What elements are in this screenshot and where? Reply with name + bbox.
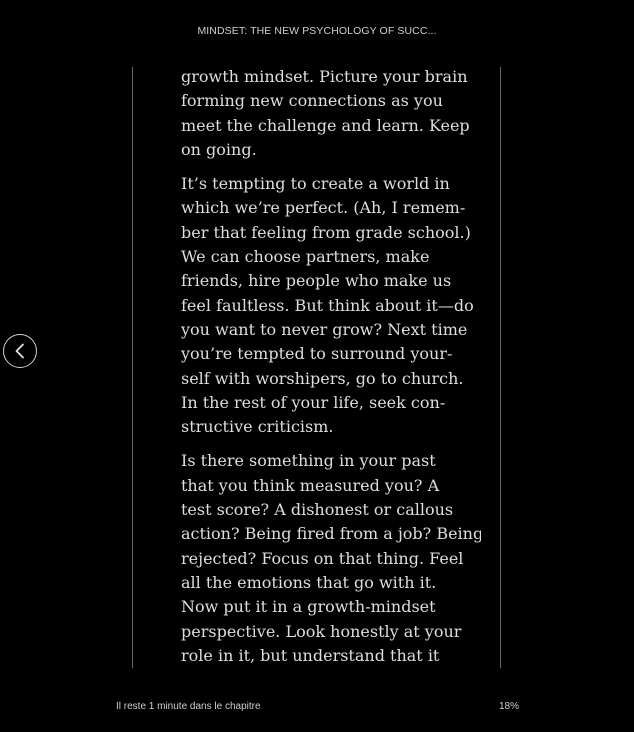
- chevron-left-icon: [13, 343, 27, 359]
- text-line: Is there something in your past: [181, 451, 436, 471]
- text-line: all the emotions that go with it.: [181, 572, 437, 592]
- text-line: rejected? Focus on that thing. Feel: [181, 548, 464, 568]
- text-line: you want to never grow? Next time: [181, 319, 468, 339]
- text-line: forming new connections as you: [181, 91, 443, 111]
- text-line: perspective. Look honestly at your: [181, 621, 462, 641]
- text-line: action? Being fired from a job? Being: [181, 524, 481, 544]
- page-left-rule: [132, 67, 133, 668]
- bullet-item: • Is there something in your past that y…: [181, 449, 481, 668]
- book-title: MINDSET: THE NEW PSYCHOLOGY OF SUCC...: [197, 25, 437, 37]
- text-line: structive criticism.: [181, 417, 334, 437]
- bullet-item: • It’s tempting to create a world in whi…: [181, 172, 481, 439]
- previous-page-button[interactable]: [3, 334, 37, 368]
- text-line: on going.: [181, 139, 257, 159]
- reader-text-column: growth mindset. Picture your brain formi…: [181, 65, 481, 668]
- text-line: ber that feeling from grade school.): [181, 222, 471, 242]
- text-line: In the rest of your life, seek con-: [181, 392, 446, 412]
- text-line: friends, hire people who make us: [181, 271, 452, 291]
- page-right-rule: [500, 67, 501, 668]
- text-line: meet the challenge and learn. Keep: [181, 115, 470, 135]
- text-line: We can choose partners, make: [181, 247, 430, 267]
- text-line: feel faultless. But think about it—do: [181, 295, 474, 315]
- text-line: Now put it in a growth-mindset: [181, 597, 436, 617]
- text-line: test score? A dishonest or callous: [181, 500, 454, 520]
- text-line: growth mindset. Picture your brain: [181, 67, 468, 86]
- text-line: you’re tempted to surround your-: [181, 344, 453, 364]
- text-line: self with worshipers, go to church.: [181, 368, 464, 388]
- text-line: that you think measured you? A: [181, 475, 440, 495]
- text-line: It’s tempting to create a world in: [181, 174, 450, 194]
- reading-progress-percent: 18%: [499, 701, 520, 712]
- chapter-time-remaining: Il reste 1 minute dans le chapitre: [116, 701, 261, 712]
- text-line: role in it, but understand that it: [181, 645, 440, 665]
- text-line: which we’re perfect. (Ah, I remem-: [181, 198, 466, 218]
- paragraph-continuation: growth mindset. Picture your brain formi…: [181, 65, 481, 162]
